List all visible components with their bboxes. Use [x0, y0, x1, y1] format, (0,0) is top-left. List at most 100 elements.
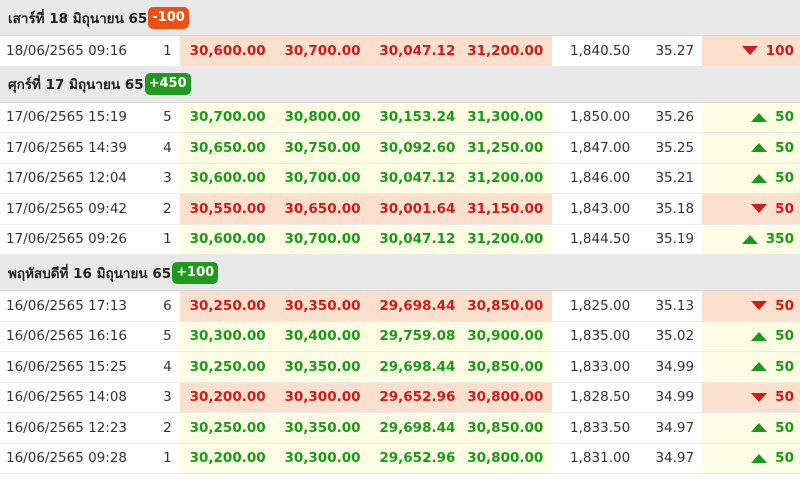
ornament-buy-price: 29,698.44 [369, 291, 465, 321]
day-title: เสาร์ที่ 18 มิถุนายน 65 [8, 10, 148, 27]
update-number: 1 [163, 42, 172, 59]
ornament-sell-price: 31,200.00 [464, 36, 553, 66]
price-change: 50 [702, 163, 800, 193]
update-time: 16/06/2565 09:28 [6, 450, 128, 467]
triangle-down-icon [751, 392, 768, 402]
bar-buy-price: 30,600.00 [179, 224, 275, 254]
update-number: 3 [163, 389, 172, 406]
ornament-sell-price: 31,200.00 [464, 224, 553, 254]
update-time: 17/06/2565 12:04 [6, 170, 128, 187]
table-row: 16/06/2565 15:25 4 30,250.00 30,350.00 29,69… [0, 352, 800, 383]
triangle-up-icon [751, 362, 768, 372]
ornament-buy-price: 30,047.12 [369, 224, 465, 254]
triangle-up-icon [741, 234, 758, 244]
bar-buy-price: 30,550.00 [179, 194, 275, 224]
exchange-rate: 35.02 [655, 328, 695, 345]
bar-buy-price: 30,650.00 [179, 133, 275, 163]
bar-sell-price: 30,700.00 [274, 36, 370, 66]
ornament-sell-price: 31,150.00 [464, 194, 553, 224]
price-change-value: 100 [765, 42, 794, 59]
update-time: 18/06/2565 09:16 [6, 42, 128, 59]
day-title: พฤหัสบดีที่ 16 มิถุนายน 65 [8, 265, 172, 282]
ornament-buy-price: 30,047.12 [369, 163, 465, 193]
update-time: 16/06/2565 16:16 [6, 328, 128, 345]
bar-sell-price: 30,400.00 [274, 321, 370, 351]
ornament-sell-price: 30,900.00 [464, 321, 553, 351]
table-row: 16/06/2565 16:16 5 30,300.00 30,400.00 29,75… [0, 321, 800, 352]
bar-buy-price: 30,250.00 [179, 413, 275, 443]
triangle-up-icon [751, 143, 768, 153]
ornament-sell-price: 31,200.00 [464, 163, 553, 193]
exchange-rate: 35.25 [655, 139, 695, 156]
update-number: 5 [163, 328, 172, 345]
ornament-sell-price: 30,850.00 [464, 413, 553, 443]
table-row: 16/06/2565 09:28 1 30,200.00 30,300.00 29,65… [0, 443, 800, 474]
update-time: 17/06/2565 15:19 [6, 109, 128, 126]
ornament-buy-price: 30,001.64 [369, 194, 465, 224]
gold-spot-price: 1,840.50 [570, 42, 631, 59]
price-change-value: 350 [765, 231, 794, 248]
ornament-sell-price: 31,300.00 [464, 102, 553, 132]
exchange-rate: 35.18 [655, 200, 695, 217]
gold-spot-price: 1,843.00 [570, 200, 631, 217]
update-time: 16/06/2565 15:25 [6, 358, 128, 375]
update-time: 17/06/2565 09:26 [6, 231, 128, 248]
ornament-sell-price: 30,800.00 [464, 382, 553, 412]
price-change: 50 [702, 382, 800, 412]
gold-spot-price: 1,833.50 [570, 419, 631, 436]
table-row: 17/06/2565 14:39 4 30,650.00 30,750.00 30,09… [0, 133, 800, 164]
update-time: 16/06/2565 12:23 [6, 419, 128, 436]
price-change-value: 50 [775, 139, 794, 156]
gold-spot-price: 1,831.00 [570, 450, 631, 467]
day-change-badge: +100 [172, 261, 219, 284]
table-row: 17/06/2565 12:04 3 30,600.00 30,700.00 30,04… [0, 163, 800, 194]
update-number: 1 [163, 231, 172, 248]
update-time: 17/06/2565 14:39 [6, 139, 128, 156]
price-change: 50 [702, 443, 800, 473]
ornament-buy-price: 30,153.24 [369, 102, 465, 132]
day-change-badge: +450 [144, 73, 191, 95]
price-change-value: 50 [775, 419, 794, 436]
exchange-rate: 35.21 [655, 170, 695, 187]
price-change: 100 [702, 36, 800, 66]
bar-buy-price: 30,600.00 [179, 163, 275, 193]
exchange-rate: 35.27 [655, 42, 695, 59]
bar-sell-price: 30,300.00 [274, 382, 370, 412]
bar-sell-price: 30,700.00 [274, 224, 370, 254]
price-change: 50 [702, 102, 800, 132]
price-change-value: 50 [775, 358, 794, 375]
triangle-up-icon [751, 423, 768, 433]
day-title: ศุกร์ที่ 17 มิถุนายน 65 [8, 77, 144, 93]
price-change-value: 50 [775, 297, 794, 314]
triangle-down-icon [751, 301, 768, 311]
price-change-value: 50 [775, 109, 794, 126]
price-change: 50 [702, 352, 800, 382]
exchange-rate: 35.13 [655, 297, 695, 314]
price-change-value: 50 [775, 170, 794, 187]
ornament-buy-price: 29,652.96 [369, 382, 465, 412]
bar-sell-price: 30,750.00 [274, 133, 370, 163]
gold-spot-price: 1,825.00 [570, 297, 631, 314]
table-row: 17/06/2565 15:19 5 30,700.00 30,800.00 30,15… [0, 102, 800, 133]
triangle-up-icon [751, 453, 768, 463]
update-number: 2 [163, 419, 172, 436]
bar-sell-price: 30,800.00 [274, 102, 370, 132]
price-change-value: 50 [775, 328, 794, 345]
price-change: 50 [702, 321, 800, 351]
price-change: 50 [702, 291, 800, 321]
bar-sell-price: 30,300.00 [274, 443, 370, 473]
update-number: 4 [163, 139, 172, 156]
exchange-rate: 34.99 [655, 358, 695, 375]
update-time: 16/06/2565 14:08 [6, 389, 128, 406]
price-change-value: 50 [775, 389, 794, 406]
ornament-buy-price: 30,092.60 [369, 133, 465, 163]
update-time: 17/06/2565 09:42 [6, 200, 128, 217]
bar-buy-price: 30,250.00 [179, 291, 275, 321]
gold-spot-price: 1,847.00 [570, 139, 631, 156]
bar-sell-price: 30,700.00 [274, 163, 370, 193]
bar-sell-price: 30,350.00 [274, 352, 370, 382]
bar-buy-price: 30,200.00 [179, 443, 275, 473]
bar-buy-price: 30,200.00 [179, 382, 275, 412]
ornament-buy-price: 29,652.96 [369, 443, 465, 473]
day-header: ศุกร์ที่ 17 มิถุนายน 65 +450 [0, 66, 800, 103]
